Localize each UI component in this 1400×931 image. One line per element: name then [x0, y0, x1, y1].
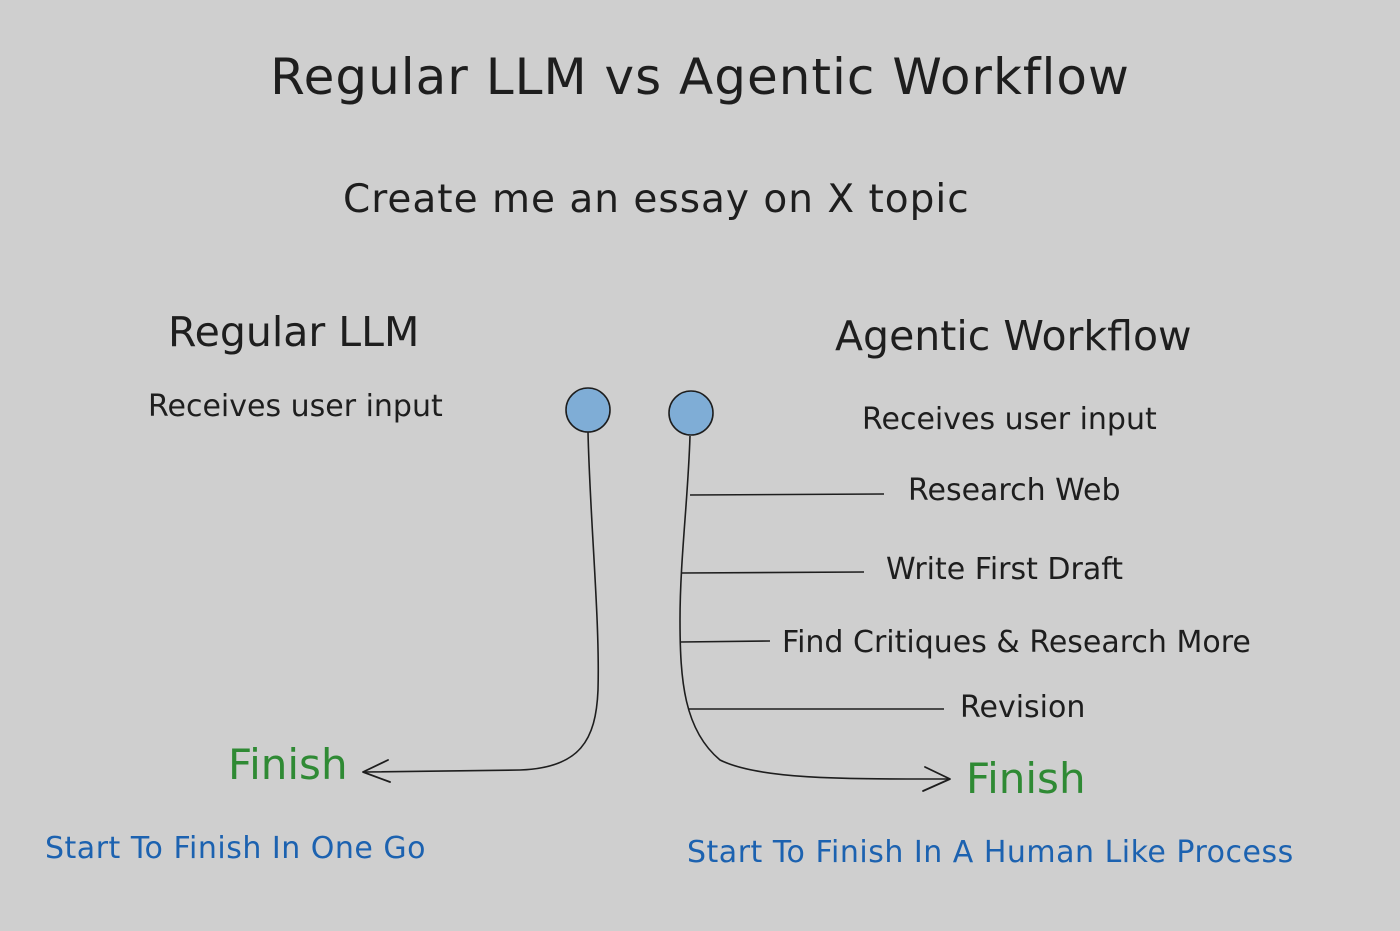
step-research-web: Research Web	[908, 473, 1121, 508]
step-write-first-draft: Write First Draft	[886, 552, 1124, 587]
prompt-text: Create me an essay on X topic	[343, 177, 970, 222]
step-revision: Revision	[960, 690, 1086, 725]
regular-llm-heading: Regular LLM	[168, 308, 420, 356]
agentic-workflow-heading: Agentic Workflow	[835, 312, 1192, 360]
regular-caption: Start To Finish In One Go	[45, 831, 426, 866]
step-connector	[689, 493, 885, 496]
agentic-start-node	[668, 390, 714, 436]
flow-diagram	[362, 387, 951, 792]
regular-start-node	[565, 387, 611, 433]
step-connector	[679, 640, 771, 643]
agentic-finish-label: Finish	[966, 754, 1086, 803]
step-find-critiques: Find Critiques & Research More	[782, 625, 1251, 660]
regular-input-label: Receives user input	[148, 389, 443, 424]
step-connector	[681, 571, 865, 574]
page-title: Regular LLM vs Agentic Workflow	[270, 48, 1130, 106]
agentic-caption: Start To Finish In A Human Like Process	[687, 835, 1294, 870]
regular-flow-line	[364, 431, 600, 773]
regular-finish-label: Finish	[228, 740, 348, 789]
agentic-input-label: Receives user input	[862, 402, 1157, 437]
